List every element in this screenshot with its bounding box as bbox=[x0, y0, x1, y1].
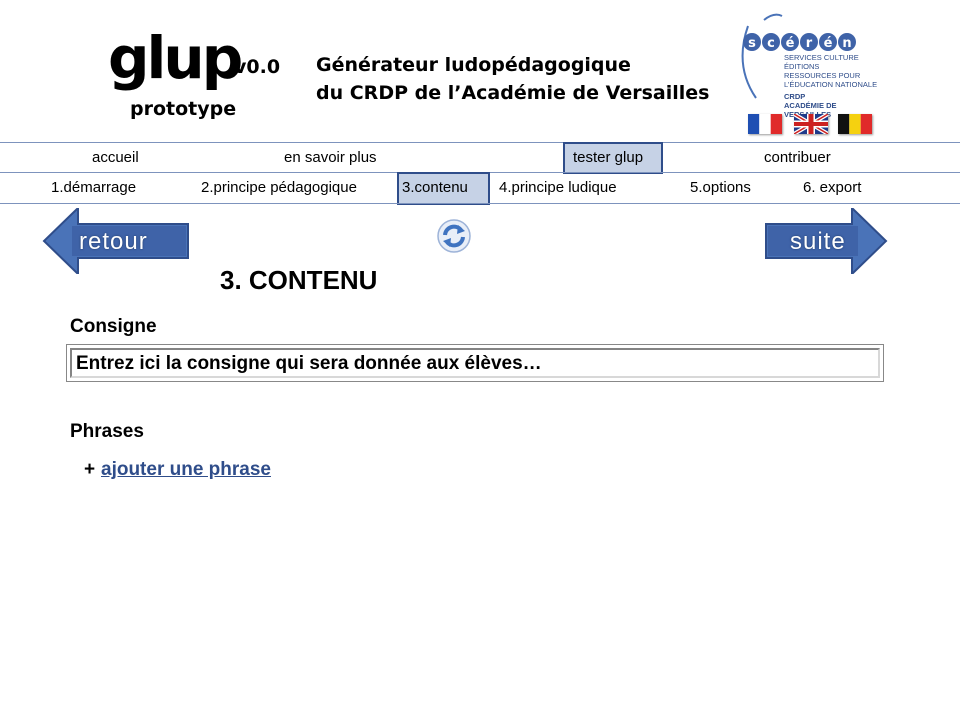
svg-text:é: é bbox=[786, 36, 795, 51]
svg-text:é: é bbox=[824, 36, 833, 51]
retour-label: retour bbox=[79, 228, 148, 255]
svg-text:s: s bbox=[748, 36, 756, 51]
add-phrase-link[interactable]: ajouter une phrase bbox=[101, 458, 271, 482]
belgium-flag-icon[interactable] bbox=[838, 114, 872, 134]
step-principe-pedagogique[interactable]: 2.principe pédagogique bbox=[201, 179, 357, 197]
heading-line-2: du CRDP de l’Académie de Versailles bbox=[316, 82, 710, 104]
step-demarrage[interactable]: 1.démarrage bbox=[51, 179, 136, 197]
suite-label: suite bbox=[790, 228, 846, 255]
step-principe-ludique[interactable]: 4.principe ludique bbox=[499, 179, 617, 197]
page-title: 3. CONTENU bbox=[220, 265, 378, 295]
app-version: v0.0 bbox=[234, 56, 281, 78]
step-options[interactable]: 5.options bbox=[690, 179, 751, 197]
svg-text:r: r bbox=[806, 36, 813, 51]
heading-line-1: Générateur ludopédagogique bbox=[316, 54, 631, 76]
refresh-icon[interactable] bbox=[436, 218, 472, 259]
nav-contribuer[interactable]: contribuer bbox=[764, 149, 831, 167]
step-contenu[interactable]: 3.contenu bbox=[402, 179, 468, 197]
uk-flag-icon[interactable] bbox=[792, 112, 830, 136]
consigne-placeholder[interactable]: Entrez ici la consigne qui sera donnée a… bbox=[76, 352, 542, 376]
sceren-text: SERVICES CULTURE ÉDITIONS RESSOURCES POU… bbox=[784, 53, 878, 119]
app-subtitle: prototype bbox=[130, 98, 237, 120]
france-flag-icon[interactable] bbox=[748, 114, 782, 134]
svg-text:c: c bbox=[767, 36, 775, 51]
nav-en-savoir-plus[interactable]: en savoir plus bbox=[284, 149, 377, 167]
step-export[interactable]: 6. export bbox=[803, 179, 861, 197]
nav-accueil[interactable]: accueil bbox=[92, 149, 139, 167]
app-logo: glup bbox=[108, 24, 243, 92]
phrases-label: Phrases bbox=[70, 421, 144, 442]
add-plus-icon: + bbox=[84, 459, 96, 480]
nav-tester-glup[interactable]: tester glup bbox=[573, 149, 643, 167]
consigne-label: Consigne bbox=[70, 316, 157, 337]
svg-text:n: n bbox=[842, 36, 851, 51]
